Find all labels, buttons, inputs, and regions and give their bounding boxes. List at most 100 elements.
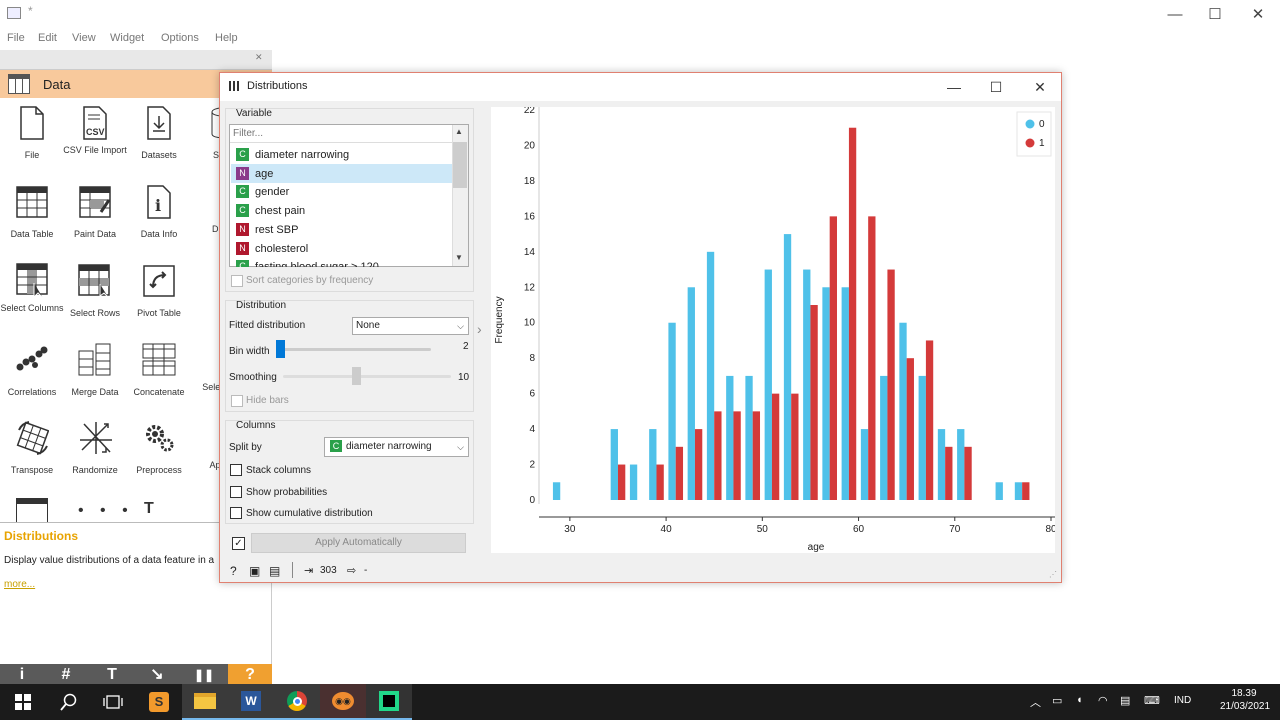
smoothing-track[interactable] bbox=[283, 375, 451, 378]
widget-concatenate[interactable]: Concatenate bbox=[127, 341, 191, 397]
help-icon[interactable]: ? bbox=[230, 564, 237, 578]
bin-width-track[interactable] bbox=[281, 348, 431, 351]
report-icon[interactable]: ▤ bbox=[269, 564, 280, 578]
histogram-icon bbox=[229, 81, 239, 91]
menu-widget[interactable]: Widget bbox=[110, 32, 144, 44]
save-icon[interactable]: ▣ bbox=[249, 564, 260, 578]
variable-item[interactable]: Cgender bbox=[232, 183, 452, 201]
widget-partial-table[interactable] bbox=[16, 498, 48, 522]
show-probabilities-checkbox[interactable] bbox=[230, 486, 242, 498]
taskbar-orange[interactable]: ◉◉ bbox=[320, 684, 366, 720]
scroll-up-icon[interactable]: ▲ bbox=[455, 127, 463, 136]
menu-help[interactable]: Help bbox=[215, 32, 238, 44]
widget-csv-import[interactable]: CSV CSV File Import bbox=[63, 104, 127, 155]
fitted-distribution-select[interactable]: None ⌵ bbox=[352, 317, 469, 335]
taskbar-chrome[interactable] bbox=[274, 684, 320, 720]
window-title: * bbox=[28, 4, 33, 18]
maximize-button[interactable]: ☐ bbox=[1200, 4, 1230, 26]
task-view-button[interactable] bbox=[90, 684, 136, 720]
dialog-maximize-button[interactable]: ☐ bbox=[984, 78, 1008, 96]
menu-file[interactable]: File bbox=[7, 32, 25, 44]
taskbar-pycharm[interactable] bbox=[366, 684, 412, 720]
menu-view[interactable]: View bbox=[72, 32, 96, 44]
pycharm-icon bbox=[379, 691, 399, 711]
smoothing-slider-handle[interactable] bbox=[352, 367, 361, 385]
widget-pivot-table[interactable]: Pivot Table bbox=[127, 262, 191, 318]
description-more-link[interactable]: more... bbox=[4, 579, 35, 590]
widget-merge-data[interactable]: Merge Data bbox=[63, 341, 127, 397]
arrow-icon[interactable]: ↘ bbox=[135, 664, 179, 684]
variable-item[interactable]: Ncholesterol bbox=[232, 240, 452, 258]
variable-item[interactable]: Nrest SBP bbox=[232, 221, 452, 239]
bar-1 bbox=[694, 429, 703, 500]
panel-expander-icon[interactable]: › bbox=[477, 321, 482, 337]
menu-edit[interactable]: Edit bbox=[38, 32, 57, 44]
widget-paint-data[interactable]: Paint Data bbox=[63, 183, 127, 239]
variable-item[interactable]: Cfasting blood sugar > 120 bbox=[232, 258, 452, 268]
widget-datasets[interactable]: Datasets bbox=[127, 104, 191, 160]
language-indicator[interactable]: IND bbox=[1174, 695, 1191, 706]
sort-frequency-checkbox[interactable] bbox=[231, 275, 243, 287]
x-tick-label: 70 bbox=[949, 524, 961, 535]
variable-item[interactable]: Nage bbox=[232, 165, 452, 183]
scroll-down-icon[interactable]: ▼ bbox=[455, 253, 463, 262]
resize-grip[interactable]: ⋰ bbox=[1049, 570, 1057, 579]
widget-data-table[interactable]: Data Table bbox=[0, 183, 64, 239]
taskbar-sublime[interactable]: S bbox=[136, 684, 182, 720]
widget-select-columns[interactable]: Select Columns bbox=[0, 262, 64, 313]
widget-file[interactable]: File bbox=[0, 104, 64, 160]
widget-preprocess[interactable]: Preprocess bbox=[127, 419, 191, 475]
dialog-minimize-button[interactable]: — bbox=[942, 78, 966, 96]
widget-data-info[interactable]: i Data Info bbox=[127, 183, 191, 239]
show-hidden-icons[interactable]: ︿ bbox=[1030, 694, 1041, 710]
widget-partial-text[interactable]: T bbox=[144, 500, 154, 518]
clock[interactable]: 18.39 21/03/2021 bbox=[1220, 687, 1270, 713]
menu-options[interactable]: Options bbox=[161, 32, 199, 44]
keyboard-icon[interactable]: ⌨ bbox=[1144, 694, 1160, 707]
hide-bars-checkbox[interactable] bbox=[231, 395, 243, 407]
cumulative-checkbox[interactable] bbox=[230, 507, 242, 519]
apply-automatically-checkbox[interactable]: ✓ bbox=[232, 537, 245, 550]
help-icon[interactable]: ? bbox=[228, 664, 272, 684]
widget-correlations[interactable]: Correlations bbox=[0, 341, 64, 397]
search-button[interactable] bbox=[46, 684, 92, 720]
variable-item[interactable]: Cdiameter narrowing bbox=[232, 146, 452, 164]
split-by-value: diameter narrowing bbox=[346, 441, 432, 452]
dialog-titlebar[interactable] bbox=[220, 73, 1061, 101]
volume-icon[interactable]: ◖ bbox=[1076, 694, 1083, 706]
variable-name: diameter narrowing bbox=[255, 149, 350, 161]
bin-width-slider-handle[interactable] bbox=[276, 340, 285, 358]
text-icon[interactable]: T bbox=[90, 664, 134, 684]
variable-filter-input[interactable] bbox=[230, 125, 452, 143]
y-tick-label: 4 bbox=[529, 424, 535, 435]
legend-box bbox=[1016, 111, 1052, 157]
stack-columns-checkbox[interactable] bbox=[230, 464, 242, 476]
pause-icon[interactable]: ❚❚ bbox=[182, 664, 226, 684]
pivot-icon bbox=[142, 262, 176, 300]
notification-icon[interactable]: ▤ bbox=[1120, 694, 1130, 707]
close-button[interactable]: ✕ bbox=[1243, 4, 1273, 26]
widget-randomize[interactable]: Randomize bbox=[63, 419, 127, 475]
network-icon[interactable]: ▭ bbox=[1052, 694, 1062, 707]
panel-close-icon[interactable]: ✕ bbox=[255, 52, 263, 63]
legend-label: 1 bbox=[1039, 138, 1045, 149]
minimize-button[interactable]: — bbox=[1160, 4, 1190, 26]
widget-select-rows[interactable]: Select Rows bbox=[63, 262, 127, 318]
apply-button[interactable]: Apply Automatically bbox=[251, 533, 466, 553]
info-icon[interactable]: i bbox=[0, 664, 44, 684]
variable-item[interactable]: Cchest pain bbox=[232, 202, 452, 220]
scrollbar-thumb[interactable] bbox=[453, 142, 467, 188]
taskbar-word[interactable]: W bbox=[228, 684, 274, 720]
split-by-select[interactable]: Cdiameter narrowing ⌵ bbox=[324, 437, 469, 457]
widget-transpose[interactable]: Transpose bbox=[0, 419, 64, 475]
dialog-close-button[interactable]: ✕ bbox=[1028, 78, 1052, 96]
start-button[interactable] bbox=[0, 684, 46, 720]
taskbar-file-explorer[interactable] bbox=[182, 684, 228, 720]
sort-frequency-label: Sort categories by frequency bbox=[246, 275, 374, 286]
x-tick-label: 30 bbox=[564, 524, 576, 535]
wifi-icon[interactable]: ◠ bbox=[1098, 694, 1108, 707]
widget-label: Correlations bbox=[7, 387, 57, 397]
grid-icon[interactable]: # bbox=[44, 664, 88, 684]
widget-partial-dots[interactable]: • • • bbox=[78, 502, 134, 520]
main-titlebar bbox=[0, 0, 1280, 30]
